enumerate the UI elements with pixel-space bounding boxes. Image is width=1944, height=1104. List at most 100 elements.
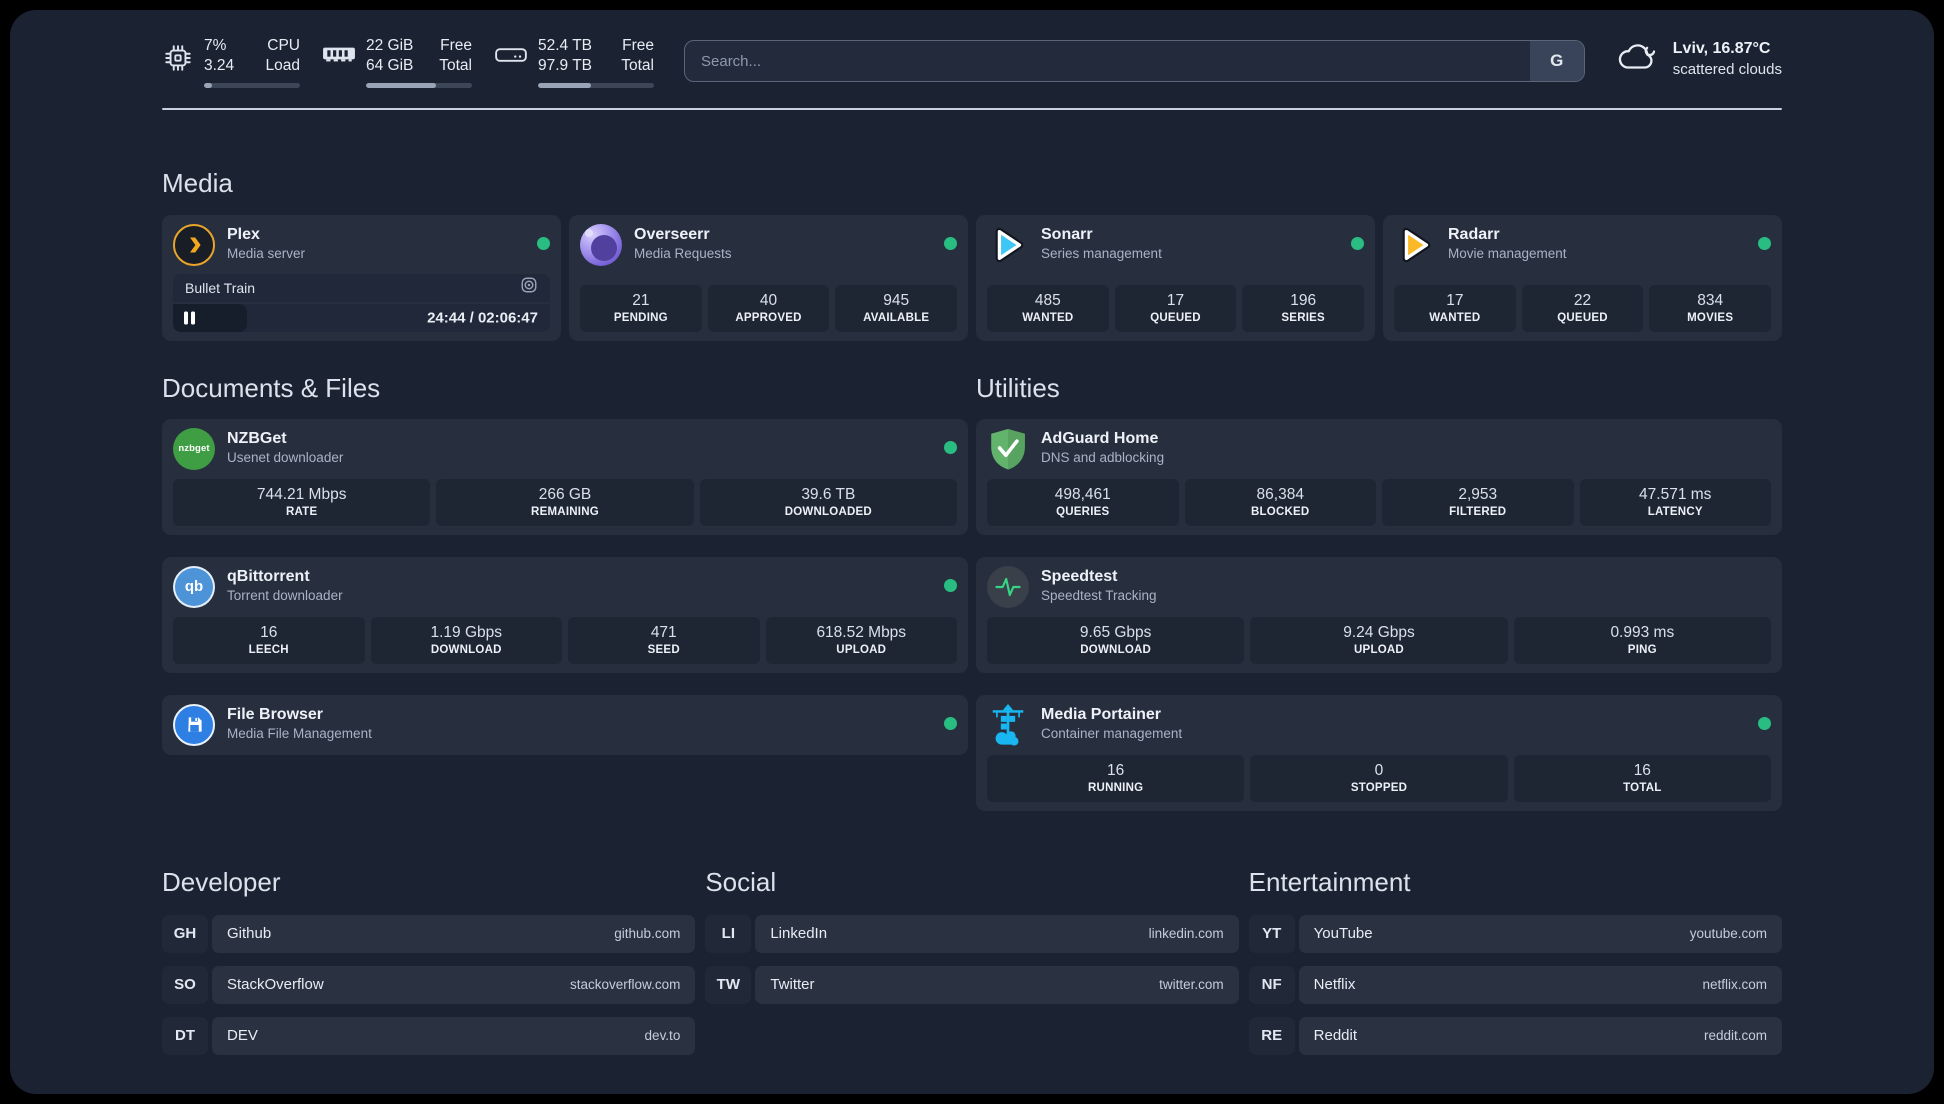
weather-widget[interactable]: Lviv, 16.87°C scattered clouds — [1615, 38, 1782, 80]
playback-time: 24:44 / 02:06:47 — [427, 309, 538, 327]
status-dot — [944, 578, 957, 592]
weather-location: Lviv, 16.87°C — [1672, 40, 1771, 57]
stat-block: 22 QUEUED — [1521, 284, 1644, 332]
cpu-load-label: Load — [265, 57, 300, 75]
cpu-load-value: 3.24 — [204, 57, 235, 75]
service-title: Media Portainer — [1041, 705, 1162, 723]
service-card-sonarr[interactable]: Sonarr Series management 485 WANTED 17 Q… — [976, 214, 1375, 341]
pause-button[interactable] — [184, 311, 195, 325]
bookmark-name: Netflix — [1313, 976, 1356, 994]
bookmark-abbr: YT — [1248, 914, 1295, 953]
bookmark-url: youtube.com — [1689, 926, 1767, 942]
service-card-plex[interactable]: Plex Media server Bullet Train 24:44 / 0… — [162, 214, 561, 341]
now-playing-icon — [520, 276, 538, 299]
speedtest-icon — [987, 565, 1029, 608]
bookmark-name: DEV — [227, 1027, 258, 1045]
disk-total-label: Total — [621, 57, 654, 75]
bookmark-url: dev.to — [644, 1028, 681, 1044]
stat-block: 471 SEED — [568, 616, 760, 664]
bookmark-name: LinkedIn — [770, 925, 828, 943]
service-title: qBittorrent — [227, 567, 310, 585]
bookmark-github[interactable]: GH Github github.com — [162, 914, 696, 953]
header-divider — [162, 107, 1782, 110]
stat-block: 485 WANTED — [987, 284, 1109, 332]
stat-block: 16 RUNNING — [987, 754, 1245, 802]
status-dot — [1351, 236, 1364, 250]
service-card-qbittorrent[interactable]: qb qBittorrent Torrent downloader 16 LEE… — [162, 556, 968, 673]
service-card-portainer[interactable]: Media Portainer Container management 16 … — [976, 694, 1782, 811]
stat-block: 498,461 QUERIES — [987, 478, 1179, 526]
service-title: NZBGet — [227, 429, 287, 447]
bookmark-abbr: NF — [1248, 965, 1295, 1004]
weather-condition: scattered clouds — [1672, 60, 1782, 78]
bookmark-youtube[interactable]: YT YouTube youtube.com — [1248, 914, 1782, 953]
bookmark-abbr: GH — [162, 914, 208, 953]
status-dot — [1758, 236, 1771, 250]
cpu-usage-label: CPU — [267, 37, 300, 54]
search-provider-button[interactable]: G — [1529, 41, 1584, 81]
stat-block: 266 GB REMAINING — [436, 478, 694, 526]
bookmark-name: Twitter — [770, 976, 815, 994]
service-title: File Browser — [227, 705, 324, 723]
plex-icon — [173, 223, 215, 266]
stat-block: 21 PENDING — [580, 284, 702, 332]
service-title: Radarr — [1448, 225, 1500, 243]
adguard-icon — [987, 428, 1029, 470]
stat-block: 196 SERIES — [1242, 284, 1365, 332]
cpu-stat-group: 7% 3.24 CPU Load — [162, 36, 300, 88]
cpu-icon — [162, 42, 194, 79]
service-title: AdGuard Home — [1041, 429, 1159, 447]
bookmark-abbr: TW — [705, 965, 752, 1004]
service-subtitle: Media server — [227, 245, 306, 261]
disk-free-label: Free — [622, 37, 654, 54]
stat-block: 945 AVAILABLE — [835, 284, 958, 332]
service-subtitle: DNS and adblocking — [1041, 449, 1165, 465]
service-card-nzbget[interactable]: nzbget NZBGet Usenet downloader 744.21 M… — [162, 418, 968, 535]
service-card-overseerr[interactable]: Overseerr Media Requests 21 PENDING 40 A… — [569, 214, 968, 341]
bookmark-abbr: LI — [705, 914, 752, 953]
filebrowser-icon — [173, 703, 215, 746]
bookmark-stackoverflow[interactable]: SO StackOverflow stackoverflow.com — [162, 965, 696, 1004]
status-dot — [537, 236, 550, 250]
bookmark-url: netflix.com — [1702, 977, 1767, 993]
stat-block: 2,953 FILTERED — [1382, 478, 1574, 526]
bookmark-url: github.com — [614, 926, 681, 942]
service-card-filebrowser[interactable]: File Browser Media File Management — [162, 694, 968, 755]
bookmark-twitter[interactable]: TW Twitter twitter.com — [705, 965, 1239, 1004]
section-title-entertainment: Entertainment — [1248, 866, 1411, 897]
stat-block: 1.19 Gbps DOWNLOAD — [370, 616, 562, 664]
service-subtitle: Usenet downloader — [227, 449, 344, 465]
bookmark-name: StackOverflow — [227, 976, 324, 994]
resource-stats: 7% 3.24 CPU Load 22 GiB 64 GiB Free Tota… — [162, 36, 654, 88]
stat-block: 0.993 ms PING — [1513, 616, 1771, 664]
service-subtitle: Movie management — [1448, 245, 1567, 261]
bookmark-dev[interactable]: DT DEV dev.to — [162, 1016, 696, 1055]
section-title-developer: Developer — [162, 866, 281, 897]
bookmark-reddit[interactable]: RE Reddit reddit.com — [1248, 1016, 1782, 1055]
memory-total-value: 64 GiB — [366, 57, 414, 75]
now-playing-widget: Bullet Train 24:44 / 02:06:47 — [173, 266, 550, 332]
section-title-social: Social — [705, 866, 777, 897]
stat-block: 834 MOVIES — [1649, 284, 1772, 332]
stat-block: 40 APPROVED — [707, 284, 830, 332]
service-card-adguard[interactable]: AdGuard Home DNS and adblocking 498,461 … — [976, 418, 1782, 535]
memory-total-label: Total — [439, 57, 472, 75]
now-playing-title: Bullet Train — [185, 279, 256, 296]
status-dot — [944, 236, 957, 250]
bookmark-abbr: SO — [162, 965, 208, 1004]
dashboard: 7% 3.24 CPU Load 22 GiB 64 GiB Free Tota… — [10, 10, 1934, 1094]
bookmark-linkedin[interactable]: LI LinkedIn linkedin.com — [705, 914, 1239, 953]
service-title: Overseerr — [634, 225, 710, 243]
section-title-utilities: Utilities — [976, 372, 1060, 403]
bookmark-url: reddit.com — [1703, 1028, 1767, 1044]
bookmark-netflix[interactable]: NF Netflix netflix.com — [1248, 965, 1782, 1004]
search-input[interactable] — [685, 41, 1584, 81]
status-dot — [1758, 716, 1771, 730]
stat-block: 86,384 BLOCKED — [1184, 478, 1376, 526]
service-card-speedtest[interactable]: Speedtest Speedtest Tracking 9.65 Gbps D… — [976, 556, 1782, 673]
service-card-radarr[interactable]: Radarr Movie management 17 WANTED 22 QUE… — [1383, 214, 1782, 341]
status-dot — [944, 716, 957, 730]
bookmark-name: Reddit — [1313, 1027, 1358, 1045]
qbittorrent-icon: qb — [173, 565, 215, 608]
disk-stat-group: 52.4 TB 97.9 TB Free Total — [494, 36, 654, 88]
